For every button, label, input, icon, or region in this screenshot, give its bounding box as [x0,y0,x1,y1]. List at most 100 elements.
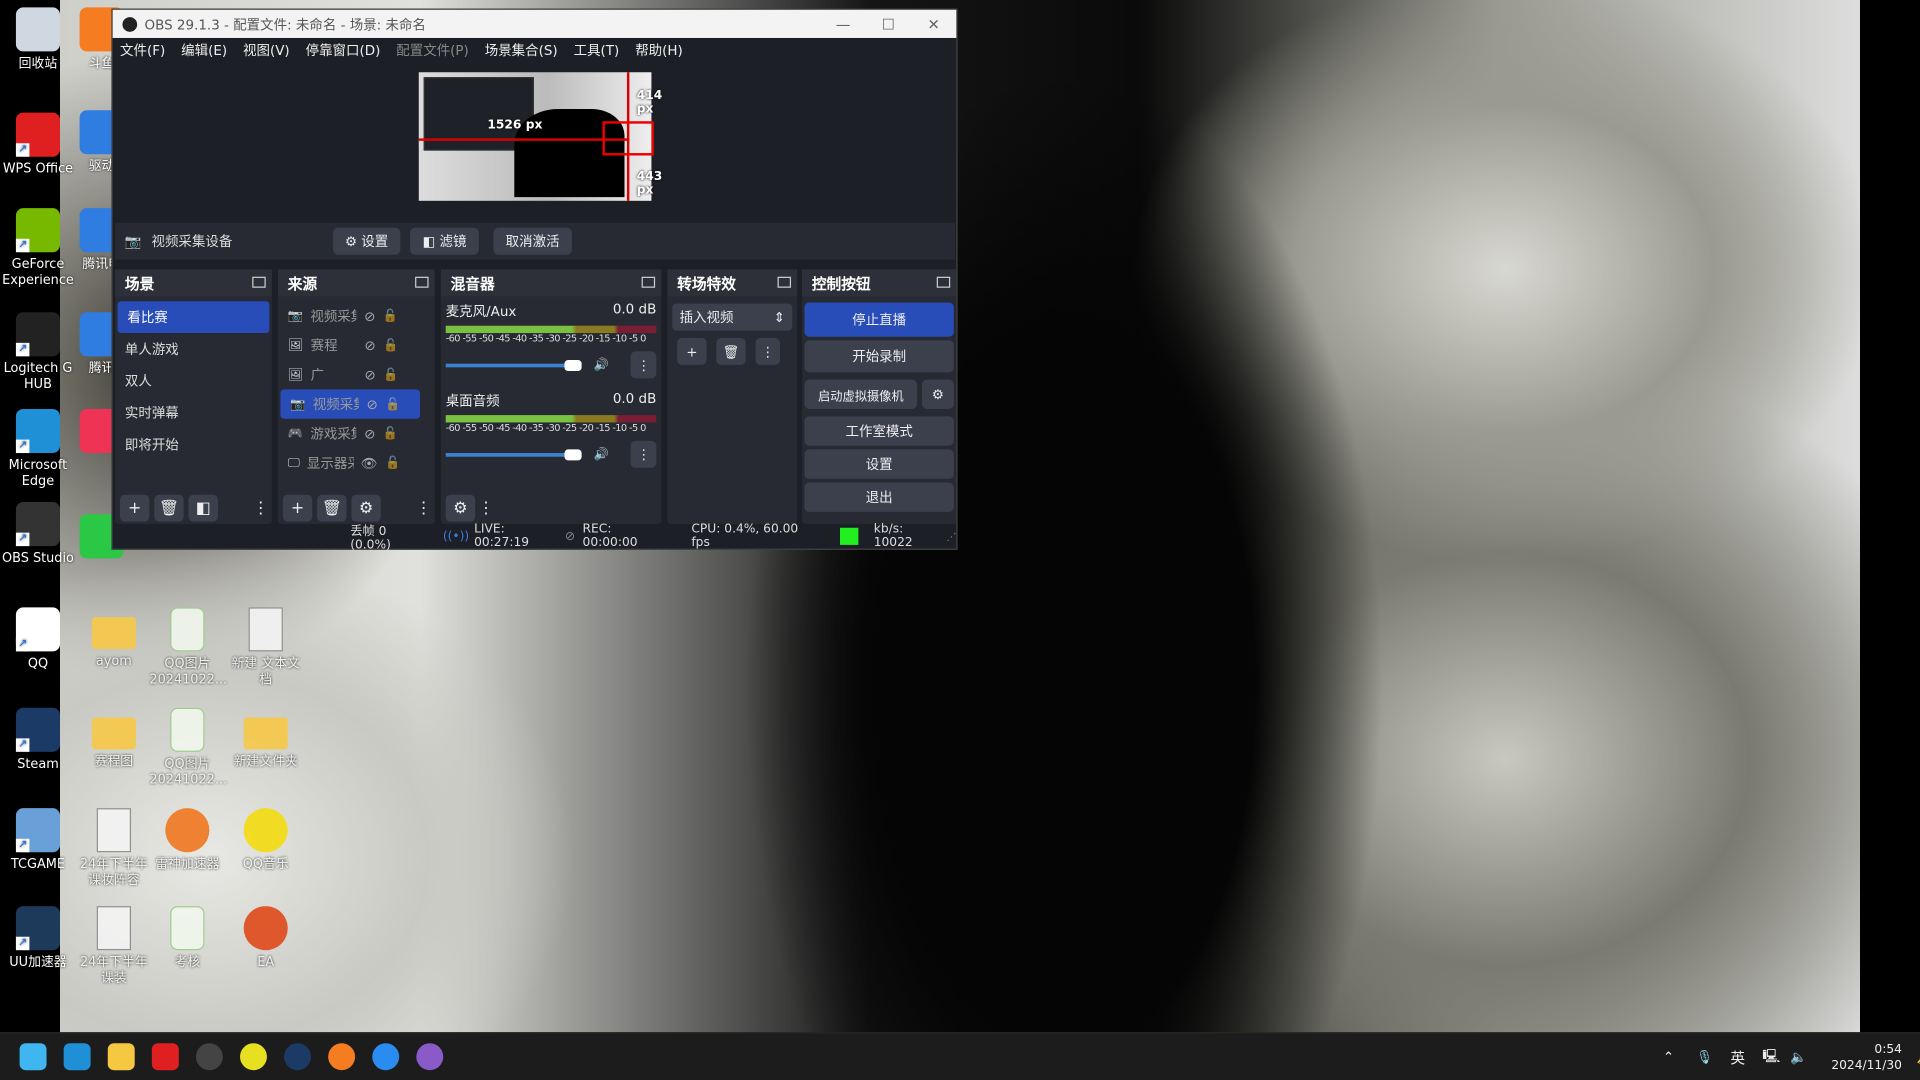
eye-hidden-icon[interactable]: ⊘ [364,308,375,324]
more-icon[interactable]: ⋮ [416,495,432,522]
show-hidden-icons-chevron-icon[interactable]: ⌃ [1663,1049,1674,1065]
transition-select[interactable]: 插入视频 ⇕ [672,303,793,331]
lock-icon[interactable]: 🔓 [383,368,398,381]
remove-scene-button[interactable]: 🗑 [154,494,184,522]
add-transition-button[interactable]: + [677,337,707,365]
lock-icon[interactable]: 🔓 [385,456,400,469]
volume-slider[interactable] [445,359,582,371]
desktop-icon[interactable]: QQ图片20241022... [149,607,227,688]
add-scene-button[interactable]: + [120,494,150,522]
steam-icon[interactable] [284,1043,312,1071]
add-source-button[interactable]: + [282,494,313,522]
start-virtual-camera-button[interactable]: 启动虚拟摄像机 [804,379,918,409]
ring-app-icon[interactable] [240,1043,267,1071]
windows-start-icon[interactable] [19,1043,47,1071]
lock-icon[interactable]: 🔓 [385,397,400,410]
lock-icon[interactable]: 🔓 [383,309,398,322]
source-bounding-box[interactable] [602,121,654,156]
stop-streaming-button[interactable]: 停止直播 [804,302,954,337]
network-icon[interactable]: 🖳 [1762,1046,1780,1069]
resize-grip-icon[interactable]: ⋰ [947,531,957,542]
scene-filters-button[interactable]: ◧ [188,494,218,522]
source-properties-button[interactable]: ⚙ [351,494,381,522]
scene-item[interactable]: 单人游戏 [115,333,272,365]
menu-item[interactable]: 配置文件(P) [396,40,469,60]
menu-item[interactable]: 编辑(E) [181,40,227,60]
desktop-icon[interactable]: ↗ TCGAME [0,808,76,873]
desktop-icon[interactable]: 新建 文本文档 [228,607,304,688]
menu-item[interactable]: 帮助(H) [635,40,683,60]
advanced-audio-button[interactable]: ⚙ [445,494,476,522]
maximize-button[interactable]: ☐ [866,15,911,32]
scene-item[interactable]: 双人 [115,365,272,397]
speaker-icon[interactable]: 🔊 [594,358,609,371]
settings-button[interactable]: 设置 [804,449,954,479]
remove-transition-button[interactable]: 🗑 [716,337,746,365]
menu-item[interactable]: 停靠窗口(D) [306,40,381,60]
volume-slider[interactable] [445,448,582,460]
desktop-icon[interactable]: 24年下半年课装 [76,906,152,987]
obs-icon[interactable] [195,1043,223,1071]
eye-hidden-icon[interactable]: ⊘ [364,426,375,442]
source-filters-button[interactable]: ◧ 滤镜 [410,227,479,255]
source-item[interactable]: 🖼 广 ⊘ 🔓 [278,360,435,389]
desktop-icon[interactable]: ↗ UU加速器 [0,906,76,971]
douyu-icon[interactable] [328,1043,356,1071]
more-icon[interactable]: ⋮ [253,495,269,522]
wps-icon[interactable] [151,1043,179,1071]
undock-icon[interactable] [936,276,951,288]
eye-hidden-icon[interactable]: ⊘ [365,367,376,383]
preview-canvas[interactable]: 414 px 1526 px 443 px [418,72,662,201]
desktop-icon[interactable]: 雷神加速器 [149,808,225,873]
undock-icon[interactable] [777,276,792,288]
desktop-icon[interactable]: EA [228,906,304,971]
scene-item[interactable]: 看比赛 [117,301,270,334]
eye-hidden-icon[interactable]: ⊘ [365,337,376,353]
clock[interactable]: 0:54 2024/11/30 [1831,1041,1902,1073]
menu-item[interactable]: 工具(T) [574,40,620,60]
scene-item[interactable]: 即将开始 [115,429,272,461]
desktop-icon[interactable]: 新建文件夹 [228,708,304,770]
undock-icon[interactable] [415,276,429,288]
media-player-icon[interactable] [416,1043,444,1071]
desktop-icon[interactable]: QQ音乐 [228,808,304,873]
channel-menu-button[interactable]: ⋮ [631,440,657,468]
speaker-icon[interactable]: 🔊 [594,448,609,461]
desktop-icon[interactable]: 考核 [149,906,225,971]
close-button[interactable]: ✕ [911,15,956,32]
source-item[interactable]: 🖵 显示器采集 👁 🔓 [278,448,435,477]
lock-icon[interactable]: 🔓 [383,339,398,352]
menu-item[interactable]: 场景集合(S) [485,40,558,60]
desktop-icon[interactable]: ↗ Steam [0,707,76,773]
remove-source-button[interactable]: 🗑 [317,494,347,522]
virtual-camera-settings-button[interactable]: ⚙ [922,379,954,409]
source-item[interactable]: 🖼 赛程 ⊘ 🔓 [278,331,435,360]
ime-indicator[interactable]: 英 [1730,1047,1745,1068]
menu-item[interactable]: 视图(V) [243,40,290,60]
volume-icon[interactable]: 🔈 [1790,1049,1807,1065]
deactivate-button[interactable]: 取消激活 [493,227,572,255]
source-item[interactable]: 📷 视频采集 ⊘ 🔓 [278,301,435,330]
undock-icon[interactable] [641,276,656,288]
exit-button[interactable]: 退出 [804,482,954,512]
desktop-icon[interactable]: ↗ QQ [0,607,76,672]
scene-item[interactable]: 实时弹幕 [115,397,272,429]
eye-icon[interactable]: 👁 [361,455,378,471]
source-item[interactable]: 🎮 游戏采集 ⊘ 🔓 [278,419,435,448]
studio-mode-button[interactable]: 工作室模式 [804,416,954,446]
lock-icon[interactable]: 🔓 [383,427,398,440]
microphone-icon[interactable]: 🎙 [1696,1049,1713,1065]
transition-more-button[interactable]: ⋮ [755,337,781,365]
minimize-button[interactable]: — [820,15,865,32]
start-recording-button[interactable]: 开始录制 [804,340,954,373]
desktop-icon[interactable]: QQ图片20241022... [149,707,227,789]
menu-item[interactable]: 文件(F) [120,40,165,60]
more-icon[interactable]: ⋮ [478,495,494,522]
notification-bell-icon[interactable]: 🔔 [1917,1049,1920,1065]
source-item[interactable]: 📷 视频采集 ⊘ 🔓 [280,389,421,419]
channel-menu-button[interactable]: ⋮ [631,351,657,379]
desktop-icon[interactable]: 赛程图 [76,708,152,770]
desktop-icon[interactable]: 24年下半年课妆阵容 [76,808,152,889]
file-explorer-icon[interactable] [107,1043,135,1071]
eye-hidden-icon[interactable]: ⊘ [367,396,378,412]
